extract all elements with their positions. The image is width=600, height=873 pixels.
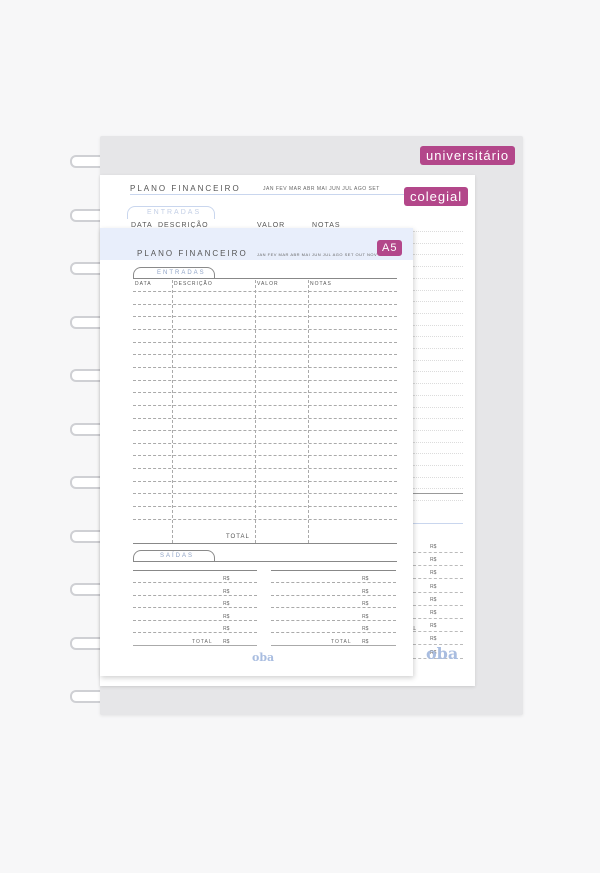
colegial-months: JAN FEV MAR ABR MAI JUN JUL AGO SET	[263, 186, 380, 192]
a5-saidas-currency: R$	[223, 601, 230, 607]
a5-title: PLANO FINANCEIRO	[137, 249, 248, 258]
colegial-row-line	[413, 394, 463, 396]
colegial-currency: R$	[430, 610, 437, 616]
a5-saidas-label: SAÍDAS	[160, 553, 195, 559]
a5-column-divider	[308, 280, 309, 543]
colegial-currency: R$	[430, 623, 437, 630]
colegial-row-line	[413, 359, 463, 361]
a5-logo: oba	[252, 651, 275, 664]
a5-saidas-currency: R$	[362, 638, 369, 645]
a5-saidas-currency: R$	[223, 638, 230, 645]
a5-saidas-currency: R$	[362, 601, 369, 607]
a5-saidas-currency: R$	[362, 588, 369, 595]
colegial-currency: R$	[430, 544, 437, 550]
colegial-row-line	[413, 324, 463, 326]
a5-column-divider	[255, 280, 256, 543]
colegial-currency: R$	[430, 583, 437, 590]
a5-saidas-currency: R$	[223, 588, 230, 595]
colegial-row-line	[413, 418, 463, 420]
colegial-row-line	[413, 266, 463, 268]
a5-tag: A5	[377, 240, 403, 256]
colegial-row-line	[413, 441, 463, 443]
a5-saidas-total-label: TOTAL	[192, 638, 213, 645]
a5-header-valor: VALOR	[257, 281, 279, 287]
a5-saidas-currency: R$	[362, 626, 369, 632]
a5-entradas-label: ENTRADAS	[157, 270, 206, 276]
a5-saidas-currency: R$	[223, 613, 230, 620]
colegial-row-line	[413, 383, 463, 385]
colegial-row-line	[413, 301, 463, 303]
a5-months: JAN FEV MAR ABR MAI JUN JUL AGO SET OUT …	[257, 252, 378, 257]
a5-sheet: PLANO FINANCEIRO JAN FEV MAR ABR MAI JUN…	[100, 228, 413, 676]
colegial-row-line	[413, 429, 463, 431]
a5-saidas-currency: R$	[223, 576, 230, 582]
colegial-logo: oba	[426, 644, 459, 663]
a5-saidas-currency: R$	[223, 626, 230, 632]
colegial-currency: R$	[430, 557, 437, 564]
colegial-row-line	[413, 371, 463, 373]
a5-header-descricao: DESCRIÇÃO	[174, 281, 213, 287]
a5-total-label: TOTAL	[226, 534, 250, 540]
colegial-row-line	[413, 336, 463, 338]
a5-saidas-total-label: TOTAL	[331, 638, 352, 645]
a5-header-notas: NOTAS	[310, 281, 332, 287]
colegial-row-line	[413, 453, 463, 455]
colegial-row-line	[413, 476, 463, 478]
a5-saidas-currency: R$	[362, 576, 369, 582]
colegial-tag: colegial	[404, 187, 469, 206]
a5-header-data: DATA	[135, 281, 152, 287]
universitario-tag: universitário	[420, 146, 516, 165]
colegial-row-line	[413, 254, 463, 256]
colegial-row-line	[413, 242, 463, 244]
colegial-row-line	[413, 348, 463, 349]
a5-column-divider	[172, 280, 173, 543]
colegial-currency: R$	[430, 636, 437, 643]
colegial-row-line	[413, 465, 463, 466]
colegial-title: PLANO FINANCEIRO	[130, 184, 241, 193]
colegial-row-line	[413, 500, 463, 502]
colegial-row-line	[413, 231, 463, 232]
colegial-currency: R$	[430, 596, 437, 603]
colegial-row-line	[413, 406, 463, 408]
colegial-row-line	[413, 488, 463, 490]
colegial-row-line	[413, 289, 463, 291]
colegial-row-line	[413, 277, 463, 279]
colegial-entradas-label: ENTRADAS	[147, 209, 202, 216]
a5-saidas-currency: R$	[362, 613, 369, 620]
colegial-row-line	[413, 312, 463, 314]
colegial-currency: R$	[430, 570, 437, 577]
